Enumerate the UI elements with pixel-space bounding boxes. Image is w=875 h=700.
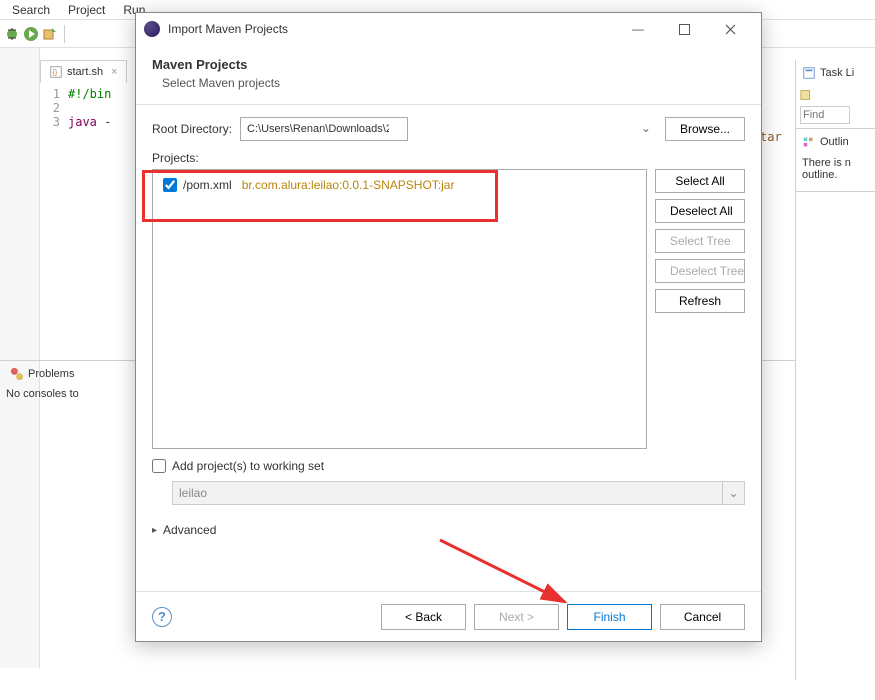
line-number: 1: [44, 87, 68, 101]
project-checkbox[interactable]: [163, 178, 177, 192]
advanced-label: Advanced: [163, 523, 216, 537]
select-all-button[interactable]: Select All: [655, 169, 745, 193]
help-icon[interactable]: ?: [152, 607, 172, 627]
svg-text:{}: {}: [53, 70, 58, 77]
dialog-subheading: Select Maven projects: [162, 76, 745, 90]
editor-tab-label: start.sh: [67, 66, 103, 78]
maximize-button[interactable]: [661, 14, 707, 44]
root-directory-input[interactable]: [240, 117, 408, 141]
task-list-label: Task Li: [820, 67, 854, 79]
triangle-right-icon: ▸: [152, 525, 157, 536]
run-external-icon[interactable]: [42, 26, 58, 42]
menu-project[interactable]: Project: [60, 1, 113, 19]
select-tree-button: Select Tree: [655, 229, 745, 253]
line-number: 2: [44, 101, 68, 115]
code-line: java -: [68, 115, 111, 129]
chevron-down-icon: ⌄: [723, 481, 745, 505]
task-list-panel[interactable]: Task Li: [796, 60, 875, 129]
line-number: 3: [44, 115, 68, 129]
dialog-footer: ? < Back Next > Finish Cancel: [136, 591, 761, 641]
add-to-workingset-label: Add project(s) to working set: [172, 459, 324, 473]
back-button[interactable]: < Back: [381, 604, 466, 630]
new-task-icon[interactable]: [800, 88, 814, 102]
outline-panel[interactable]: Outlin There is n outline.: [796, 129, 875, 192]
outline-icon: [802, 135, 816, 149]
problems-tab[interactable]: Problems: [4, 365, 80, 383]
code-fragment: tar: [760, 130, 782, 144]
root-directory-combo[interactable]: [240, 117, 657, 141]
browse-button[interactable]: Browse...: [665, 117, 745, 141]
editor-tab[interactable]: {} start.sh ×: [40, 60, 127, 83]
eclipse-icon: [144, 21, 160, 37]
root-directory-label: Root Directory:: [152, 122, 232, 136]
projects-list[interactable]: /pom.xml br.com.alura:leilao:0.0.1-SNAPS…: [152, 169, 647, 449]
outline-msg: outline.: [802, 169, 869, 181]
project-artifact: br.com.alura:leilao:0.0.1-SNAPSHOT:jar: [242, 178, 455, 192]
task-list-icon: [802, 66, 816, 80]
cancel-button[interactable]: Cancel: [660, 604, 745, 630]
dialog-title: Import Maven Projects: [168, 22, 615, 36]
problems-label: Problems: [28, 368, 74, 380]
menu-search[interactable]: Search: [4, 1, 58, 19]
deselect-tree-button: Deselect Tree: [655, 259, 745, 283]
working-set-input: [172, 481, 723, 505]
finish-button[interactable]: Finish: [567, 604, 652, 630]
dialog-titlebar[interactable]: Import Maven Projects —: [136, 13, 761, 45]
projects-label: Projects:: [152, 151, 745, 165]
import-maven-dialog: Import Maven Projects — Maven Projects S…: [135, 12, 762, 642]
next-button: Next >: [474, 604, 559, 630]
dialog-heading: Maven Projects: [152, 57, 745, 72]
close-icon[interactable]: ×: [111, 66, 117, 78]
outline-label: Outlin: [820, 136, 849, 148]
problems-icon: [10, 367, 24, 381]
refresh-button[interactable]: Refresh: [655, 289, 745, 313]
shell-file-icon: {}: [49, 65, 63, 79]
dialog-header: Maven Projects Select Maven projects: [136, 45, 761, 105]
project-path: /pom.xml: [183, 178, 232, 192]
minimize-button[interactable]: —: [615, 14, 661, 44]
code-line: #!/bin: [68, 87, 111, 101]
left-gutter: [0, 48, 40, 668]
close-button[interactable]: [707, 14, 753, 44]
debug-icon[interactable]: [4, 26, 20, 42]
advanced-toggle[interactable]: ▸ Advanced: [152, 523, 745, 537]
deselect-all-button[interactable]: Deselect All: [655, 199, 745, 223]
working-set-combo: ⌄: [172, 481, 745, 505]
run-icon[interactable]: [23, 26, 39, 42]
right-panel-stack: Task Li Outlin There is n outline.: [795, 60, 875, 680]
working-set-row[interactable]: Add project(s) to working set: [152, 459, 745, 473]
side-button-column: Select All Deselect All Select Tree Dese…: [655, 169, 745, 449]
dialog-body: Root Directory: Browse... Projects: /pom…: [136, 105, 761, 591]
outline-msg: There is n: [802, 157, 869, 169]
find-input[interactable]: [800, 106, 850, 124]
add-to-workingset-checkbox[interactable]: [152, 459, 166, 473]
project-item[interactable]: /pom.xml br.com.alura:leilao:0.0.1-SNAPS…: [159, 176, 640, 194]
